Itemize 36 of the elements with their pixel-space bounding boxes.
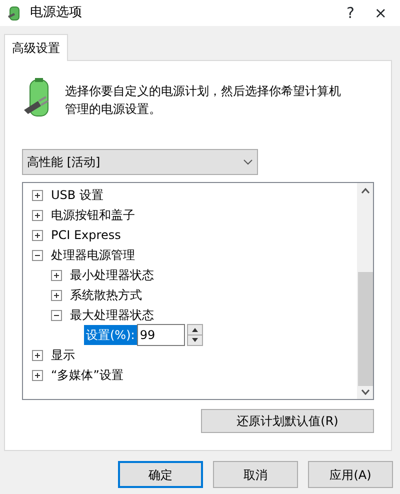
expand-icon[interactable] — [32, 210, 43, 220]
close-button[interactable]: × — [373, 0, 388, 26]
scroll-down-icon[interactable] — [360, 389, 370, 395]
tree-item[interactable]: “多媒体”设置 — [51, 366, 124, 384]
tree-item[interactable]: PCI Express — [51, 226, 121, 244]
expand-icon[interactable] — [32, 230, 43, 240]
expand-icon[interactable] — [51, 270, 62, 280]
tree-item[interactable]: 最大处理器状态 — [70, 306, 154, 324]
tree-item[interactable]: 电源按钮和盖子 — [51, 206, 135, 224]
scroll-up-icon[interactable] — [360, 188, 370, 194]
expand-icon[interactable] — [32, 370, 43, 380]
restore-defaults-button[interactable]: 还原计划默认值(R) — [201, 409, 374, 433]
collapse-icon[interactable] — [51, 310, 62, 320]
expand-icon[interactable] — [51, 290, 62, 300]
tree-item[interactable]: USB 设置 — [51, 186, 104, 204]
collapse-icon[interactable] — [32, 250, 43, 260]
tree-item[interactable]: 系统散热方式 — [70, 286, 142, 304]
expand-icon[interactable] — [32, 350, 43, 360]
tree-item[interactable]: 显示 — [51, 346, 75, 364]
tree-item[interactable]: 最小处理器状态 — [70, 266, 154, 284]
window-title: 电源选项 — [30, 4, 82, 22]
tab[interactable]: 高级设置 — [4, 34, 68, 61]
scrollbar-thumb[interactable] — [358, 272, 372, 386]
dialog-button[interactable]: 应用(A) — [308, 461, 393, 488]
plan-dropdown[interactable]: 高性能 [活动] — [22, 149, 258, 175]
help-button[interactable]: ? — [345, 0, 356, 26]
dialog-button[interactable]: 确定 — [118, 461, 203, 488]
percent-input[interactable]: 99 — [136, 324, 185, 346]
chevron-down-icon — [243, 159, 253, 165]
tree-item[interactable]: 处理器电源管理 — [51, 246, 135, 264]
expand-icon[interactable] — [32, 190, 43, 200]
dialog-button[interactable]: 取消 — [213, 461, 298, 488]
setting-label: 设置(%): — [84, 325, 137, 345]
spin-buttons[interactable] — [186, 324, 203, 346]
scrollbar[interactable] — [357, 183, 373, 399]
instruction-text: 选择你要自定义的电源计划，然后选择你希望计算机管理的电源设置。 — [65, 83, 342, 118]
